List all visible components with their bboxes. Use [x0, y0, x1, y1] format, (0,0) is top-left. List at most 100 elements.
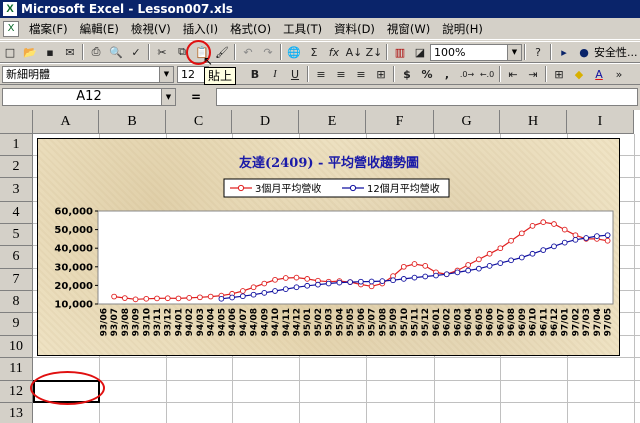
align-left-icon[interactable]: ≡	[311, 65, 331, 83]
email-icon[interactable]: ✉	[60, 43, 80, 61]
underline-button[interactable]: U	[285, 65, 305, 83]
column-header-e[interactable]: E	[299, 110, 366, 134]
column-header-a[interactable]: A	[33, 110, 99, 134]
column-header-f[interactable]: F	[366, 110, 434, 134]
print-icon[interactable]: ⎙	[86, 43, 106, 61]
paste-tooltip: 貼上	[204, 67, 237, 85]
chevron-down-icon[interactable]: ▼	[161, 89, 175, 105]
percent-button[interactable]: %	[417, 65, 437, 83]
data-point	[540, 219, 547, 226]
cut-icon[interactable]: ✂	[152, 43, 172, 61]
data-point	[186, 295, 193, 301]
currency-button[interactable]: $	[397, 65, 417, 83]
x-tick-label: 97/03	[582, 308, 592, 336]
sort-ascending-icon[interactable]: A↓	[344, 43, 364, 61]
security-button[interactable]: 安全性...	[594, 44, 638, 60]
name-box[interactable]: A12 ▼	[2, 88, 176, 106]
column-header-c[interactable]: C	[166, 110, 232, 134]
arrow-right-icon[interactable]: ▸	[554, 43, 574, 61]
menu-data[interactable]: 資料(D)	[328, 21, 381, 37]
merge-center-icon[interactable]: ⊞	[371, 65, 391, 83]
chart-wizard-icon[interactable]: ▥	[390, 43, 410, 61]
row-header-10[interactable]: 10	[0, 336, 33, 358]
chevron-down-icon[interactable]: ▼	[507, 44, 521, 60]
menu-edit[interactable]: 編輯(E)	[74, 21, 125, 37]
menu-file[interactable]: 檔案(F)	[23, 21, 74, 37]
data-point	[379, 278, 386, 284]
x-tick-label: 94/07	[239, 308, 249, 336]
hyperlink-icon[interactable]: 🌐	[284, 43, 304, 61]
fill-color-icon[interactable]: ◆	[569, 65, 589, 83]
menu-format[interactable]: 格式(O)	[224, 21, 277, 37]
function-icon[interactable]: fx	[324, 43, 344, 61]
new-icon[interactable]: □	[0, 43, 20, 61]
data-point	[315, 281, 321, 288]
save-icon[interactable]: ▪	[40, 43, 60, 61]
row-header-11[interactable]: 11	[0, 358, 33, 381]
comma-button[interactable]: ,	[437, 65, 457, 83]
workbook-icon[interactable]: X	[3, 20, 19, 37]
row-header-9[interactable]: 9	[0, 313, 33, 336]
row-header-3[interactable]: 3	[0, 178, 33, 202]
sort-descending-icon[interactable]: Z↓	[364, 43, 384, 61]
x-tick-label: 94/08	[250, 308, 260, 336]
spelling-icon[interactable]: ✓	[126, 43, 146, 61]
autosum-icon[interactable]: Σ	[304, 43, 324, 61]
row-header-1[interactable]: 1	[0, 134, 33, 156]
decrease-indent-icon[interactable]: ⇤	[503, 65, 523, 83]
row-header-4[interactable]: 4	[0, 202, 33, 224]
format-painter-icon[interactable]: 🖌	[212, 43, 232, 61]
data-point	[572, 236, 579, 243]
row-header-13[interactable]: 13	[0, 403, 33, 423]
row-header-7[interactable]: 7	[0, 269, 33, 291]
x-tick-label: 97/05	[604, 308, 614, 336]
menu-view[interactable]: 檢視(V)	[125, 21, 177, 37]
data-point	[358, 278, 364, 285]
formula-equals-button[interactable]: =	[176, 90, 216, 104]
menu-tools[interactable]: 工具(T)	[277, 21, 328, 37]
column-header-g[interactable]: G	[434, 110, 500, 134]
font-name-select[interactable]: 新細明體 ▼	[2, 65, 174, 83]
italic-button[interactable]: I	[265, 65, 285, 83]
formula-input[interactable]	[216, 88, 638, 106]
select-all-corner[interactable]	[0, 110, 33, 134]
font-color-icon[interactable]: A	[589, 65, 609, 83]
column-header-d[interactable]: D	[232, 110, 299, 134]
borders-icon[interactable]: ⊞	[549, 65, 569, 83]
align-center-icon[interactable]: ≡	[331, 65, 351, 83]
chevron-down-icon[interactable]: ▼	[159, 66, 173, 82]
x-tick-label: 95/09	[389, 308, 399, 336]
column-header-b[interactable]: B	[99, 110, 166, 134]
column-header-h[interactable]: H	[500, 110, 567, 134]
increase-indent-icon[interactable]: ⇥	[523, 65, 543, 83]
data-point	[572, 232, 579, 239]
redo-icon[interactable]: ↷	[258, 43, 278, 61]
x-tick-label: 94/12	[292, 308, 302, 336]
bold-button[interactable]: B	[245, 65, 265, 83]
row-header-2[interactable]: 2	[0, 156, 33, 178]
embedded-chart[interactable]: 友達(2409) - 平均營收趨勢圖 3個月平均營收 12個月平均營收 60,000 5…	[37, 138, 620, 356]
x-tick-label: 93/06	[99, 308, 109, 336]
column-header-i[interactable]: I	[567, 110, 634, 134]
menu-window[interactable]: 視窗(W)	[381, 21, 436, 37]
zoom-select[interactable]: 100% ▼	[430, 43, 522, 61]
row-header-6[interactable]: 6	[0, 246, 33, 269]
data-point	[132, 296, 139, 303]
align-right-icon[interactable]: ≡	[351, 65, 371, 83]
row-header-8[interactable]: 8	[0, 291, 33, 313]
data-point	[465, 267, 472, 274]
print-preview-icon[interactable]: 🔍	[106, 43, 126, 61]
row-header-5[interactable]: 5	[0, 224, 33, 246]
menu-insert[interactable]: 插入(I)	[177, 21, 224, 37]
excel-app-icon[interactable]: X	[3, 2, 17, 16]
help-icon[interactable]: ?	[528, 43, 548, 61]
drawing-icon[interactable]: ◪	[410, 43, 430, 61]
row-header-12[interactable]: 12	[0, 381, 33, 403]
toolbar-options-icon[interactable]: »	[609, 65, 629, 83]
undo-icon[interactable]: ↶	[238, 43, 258, 61]
standard-toolbar: □ 📂 ▪ ✉ ⎙ 🔍 ✓ ✂ ⧉ 📋 🖌 ↶ ↷ 🌐 Σ fx A↓ Z↓ ▥…	[0, 41, 640, 63]
open-icon[interactable]: 📂	[20, 43, 40, 61]
menu-help[interactable]: 說明(H)	[436, 21, 489, 37]
increase-decimal-icon[interactable]: .0→	[457, 65, 477, 83]
decrease-decimal-icon[interactable]: ←.0	[477, 65, 497, 83]
